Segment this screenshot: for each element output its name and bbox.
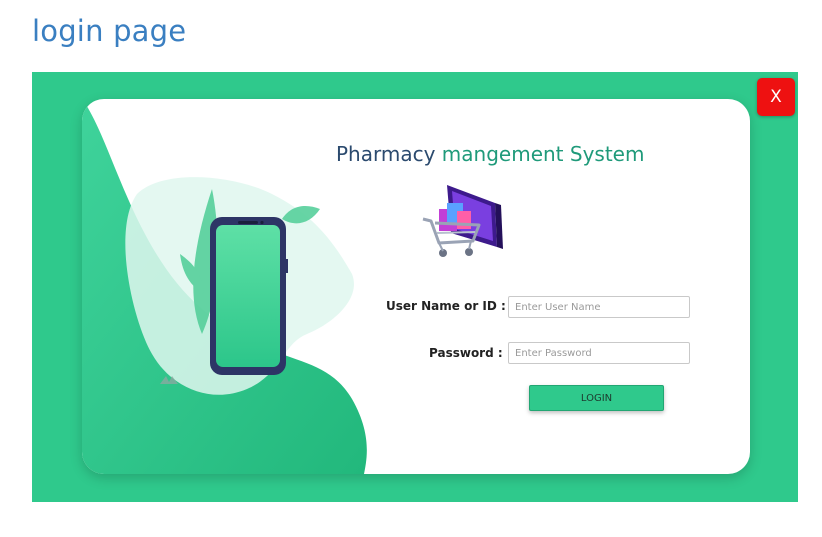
app-title: Pharmacy mangement System: [336, 142, 644, 166]
close-button[interactable]: X: [757, 78, 795, 116]
login-card: Pharmacy mangement System User Name or I…: [82, 99, 750, 474]
password-label: Password :: [429, 346, 503, 360]
login-button[interactable]: LOGIN: [529, 385, 664, 411]
username-label: User Name or ID :: [386, 299, 506, 313]
smartphone-icon: [210, 217, 288, 375]
app-title-part1: Pharmacy: [336, 142, 436, 166]
shopping-cart-icon: [422, 185, 503, 257]
username-input[interactable]: [508, 296, 690, 318]
password-input[interactable]: [508, 342, 690, 364]
app-title-part2: mangement System: [441, 142, 645, 166]
page-heading: login page: [32, 14, 187, 48]
